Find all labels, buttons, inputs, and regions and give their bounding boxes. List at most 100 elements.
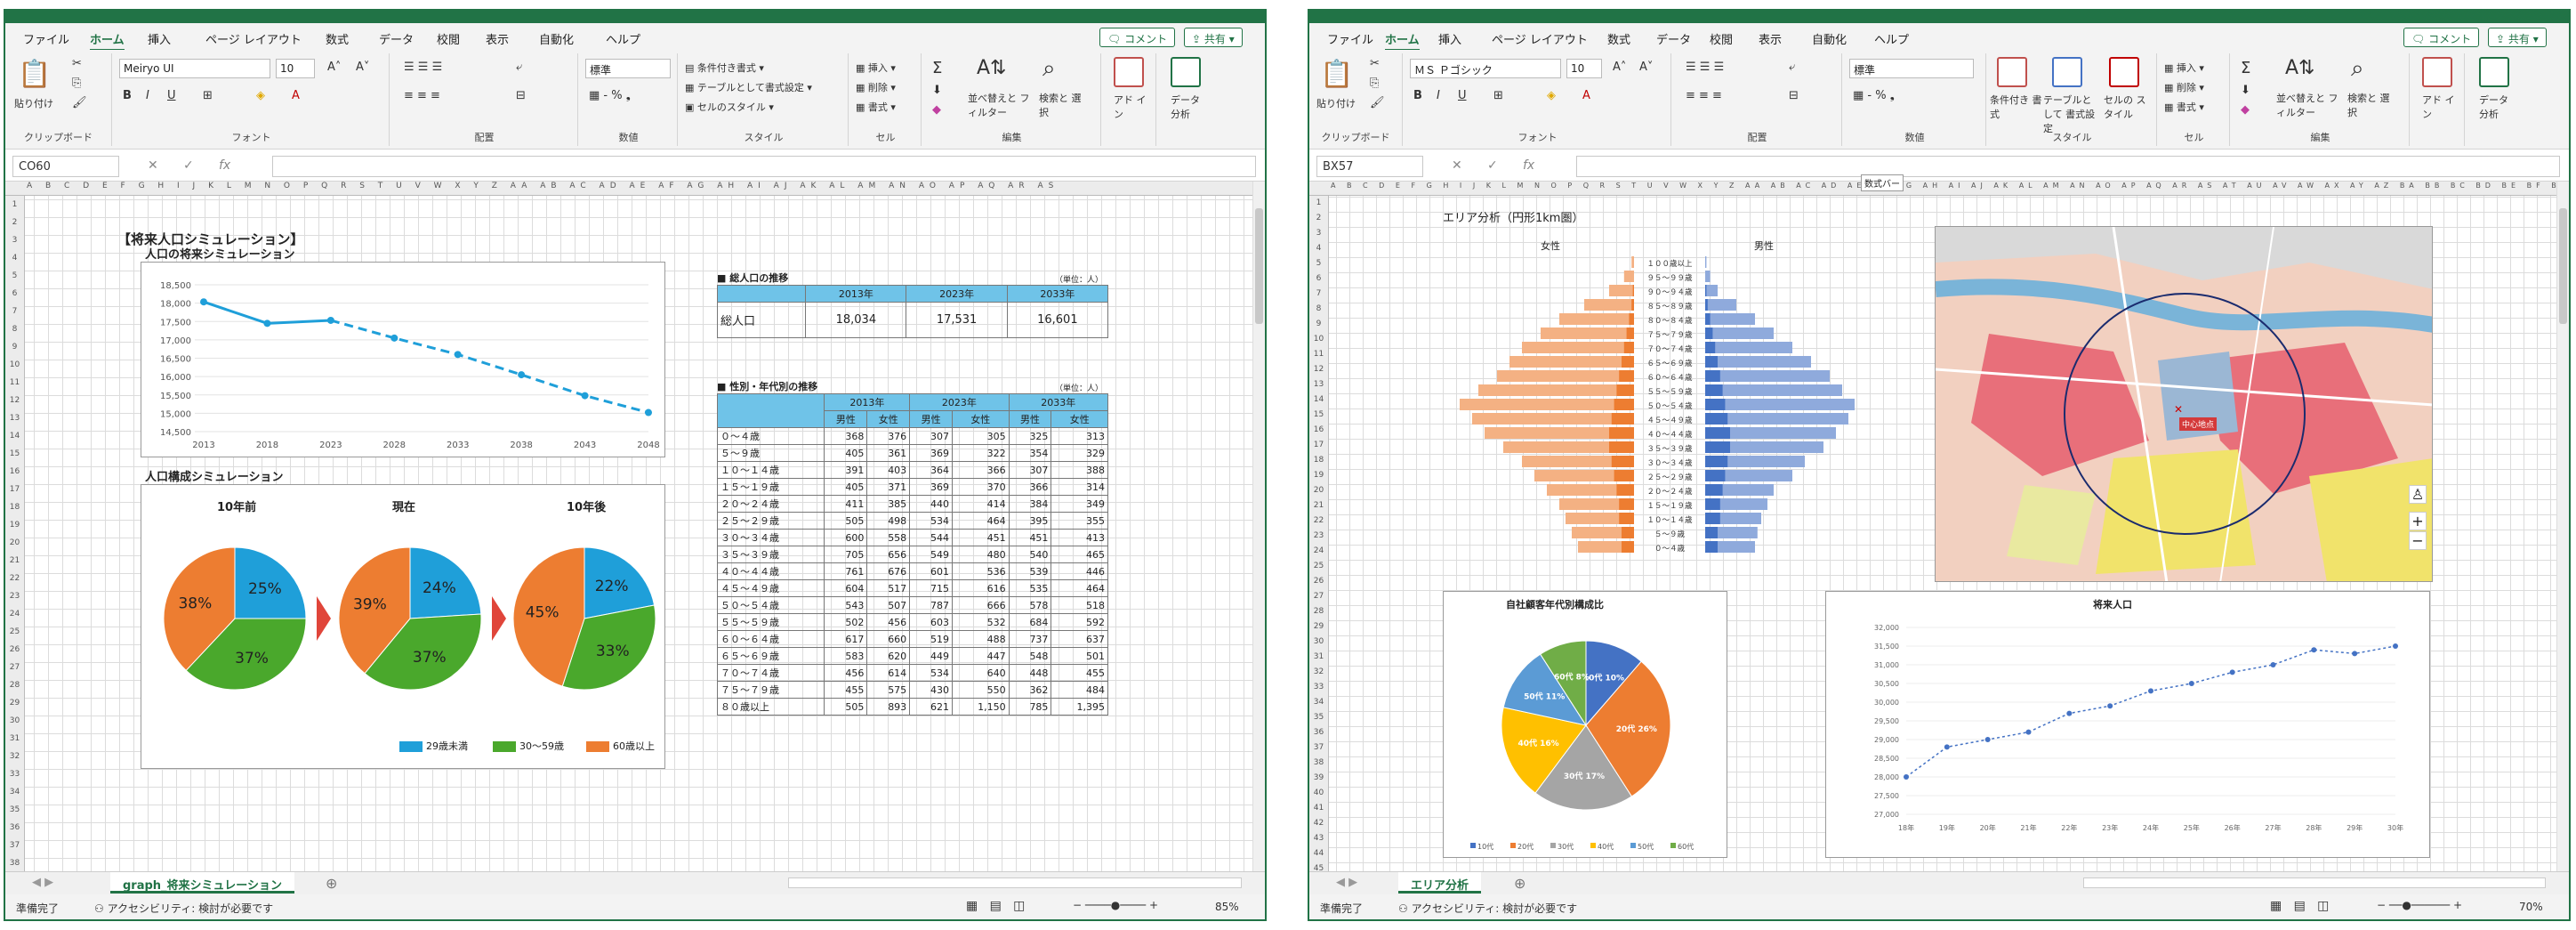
find-icon[interactable]: ⌕ — [1042, 55, 1056, 83]
insert-cells-button[interactable]: ▦ 挿入 ▾ — [2164, 61, 2204, 75]
row-header[interactable]: 20 — [1309, 483, 1328, 498]
data-analysis-button[interactable]: データ 分析 — [2479, 93, 2515, 121]
zoom-slider[interactable]: − ────●──── + — [1073, 899, 1158, 911]
add-sheet-icon[interactable]: ⊕ — [1514, 875, 1525, 892]
row-header[interactable]: 6 — [1309, 271, 1328, 287]
share-button[interactable]: ⇪ 共有 ▾ — [2488, 28, 2547, 47]
row-headers[interactable]: 1 2 3 4 5 6 7 8 9 10 11 12 13 14 15 16 17 18 19 20 21 22 23 24 2… — [1309, 196, 1329, 871]
accessibility-status[interactable]: ⚇ アクセシビリティ: 検討が必要です — [94, 901, 273, 916]
enter-icon[interactable]: ✓ — [1487, 158, 1498, 173]
grow-font-icon[interactable]: A˄ — [327, 61, 341, 74]
row-header[interactable]: 30 — [1309, 635, 1328, 650]
name-box[interactable]: BX57 — [1316, 156, 1423, 177]
zoom-slider[interactable]: − ──●────── + — [2377, 899, 2462, 911]
row-header[interactable]: 26 — [1309, 574, 1328, 589]
view-buttons[interactable]: ▦ ▤ ◫ — [966, 899, 1025, 913]
font-size-select[interactable]: 10 — [1566, 59, 1602, 78]
vertical-scrollbar[interactable] — [1252, 182, 1265, 871]
shrink-font-icon[interactable]: A˅ — [356, 61, 369, 74]
map-pin-icon[interactable]: ✕ — [2174, 403, 2183, 416]
shrink-font-icon[interactable]: A˅ — [1639, 61, 1653, 74]
row-header[interactable]: 17 — [1309, 438, 1328, 453]
delete-cells-button[interactable]: ▦ 削除 ▾ — [2164, 80, 2204, 94]
tab-automate[interactable]: 自動化 — [1812, 30, 1847, 47]
formula-input[interactable] — [1576, 156, 2560, 177]
prev-sheet-icon[interactable]: ◀ ▶ — [1336, 876, 1357, 889]
tab-file[interactable]: ファイル — [1327, 30, 1373, 47]
row-header[interactable]: 20 — [5, 534, 24, 552]
tab-review[interactable]: 校閲 — [1710, 30, 1733, 47]
find-select-button[interactable]: 検索と 選択 — [1039, 91, 1083, 119]
map-pegman-icon[interactable]: ♙ — [2409, 485, 2427, 504]
row-header[interactable]: 14 — [1309, 392, 1328, 408]
row-header[interactable]: 32 — [1309, 665, 1328, 680]
addin-button[interactable]: アド イン — [2422, 93, 2458, 121]
row-header[interactable]: 29 — [1309, 619, 1328, 635]
row-header[interactable]: 41 — [1309, 801, 1328, 816]
population-pyramid[interactable]: 女性 男性 １００歳以上 ９５～９９歳 ９０～９４歳 ８５～８９歳 ８０～８４歳 ７５～７… — [1425, 226, 1914, 582]
row-header[interactable]: 24 — [5, 605, 24, 623]
tab-insert[interactable]: 挿入 — [1438, 30, 1461, 47]
bold-icon[interactable]: B — [1413, 89, 1422, 102]
tab-formulas[interactable]: 数式 — [326, 30, 349, 47]
row-header[interactable]: 27 — [5, 659, 24, 676]
underline-icon[interactable]: U — [167, 89, 176, 102]
currency-icon[interactable]: ▦ ‐ % ❟ — [1853, 89, 1895, 102]
vertical-scrollbar[interactable] — [2556, 182, 2569, 871]
map-zoom-in-icon[interactable]: + — [2409, 512, 2427, 530]
row-header[interactable]: 36 — [1309, 725, 1328, 740]
row-header[interactable]: 37 — [5, 837, 24, 854]
delete-cells-button[interactable]: ▦ 削除 ▾ — [856, 80, 896, 94]
fill-icon[interactable]: ⬇ — [2241, 84, 2250, 97]
row-header[interactable]: 23 — [5, 587, 24, 605]
format-painter-icon[interactable]: 🖌 — [1370, 96, 1385, 109]
row-header[interactable]: 22 — [5, 570, 24, 587]
underline-icon[interactable]: U — [1458, 89, 1467, 102]
cut-icon[interactable]: ✂ — [72, 57, 82, 70]
fill-icon[interactable]: ⬇ — [932, 84, 942, 97]
currency-icon[interactable]: ▦ ‐ % ❟ — [589, 89, 631, 102]
row-header[interactable]: 19 — [1309, 468, 1328, 483]
tab-home[interactable]: ホーム — [90, 30, 125, 52]
row-header[interactable]: 34 — [5, 783, 24, 801]
row-header[interactable]: 26 — [5, 641, 24, 659]
row-header[interactable]: 22 — [1309, 514, 1328, 529]
column-headers[interactable]: A B C D E F G H I J K L M N O P Q R S T … — [1309, 182, 2556, 196]
row-header[interactable]: 27 — [1309, 589, 1328, 604]
tab-view[interactable]: 表示 — [1759, 30, 1782, 47]
format-as-table-button[interactable]: ▦ テーブルとして書式設定 ▾ — [685, 80, 812, 94]
row-header[interactable]: 9 — [1309, 317, 1328, 332]
row-header[interactable]: 5 — [5, 267, 24, 285]
row-header[interactable]: 44 — [1309, 846, 1328, 861]
row-header[interactable]: 16 — [1309, 423, 1328, 438]
row-header[interactable]: 13 — [5, 409, 24, 427]
sheet-tab-graph[interactable]: graph_将来シミュレーション — [110, 872, 295, 894]
tab-review[interactable]: 校閲 — [437, 30, 460, 47]
border-icon[interactable]: ⊞ — [1493, 89, 1503, 102]
row-header[interactable]: 3 — [5, 231, 24, 249]
cell-style-button[interactable]: ▣ セルのスタイル ▾ — [685, 100, 774, 114]
row-header[interactable]: 34 — [1309, 695, 1328, 710]
map-zoom-out-icon[interactable]: − — [2409, 531, 2427, 550]
number-format-select[interactable]: 標準 — [585, 59, 671, 78]
add-sheet-icon[interactable]: ⊕ — [326, 875, 337, 892]
paste-button[interactable]: 貼り付け — [14, 96, 53, 110]
row-header[interactable]: 28 — [1309, 604, 1328, 619]
row-header[interactable]: 42 — [1309, 816, 1328, 831]
row-header[interactable]: 43 — [1309, 831, 1328, 846]
find-select-button[interactable]: 検索と 選択 — [2347, 91, 2392, 119]
row-header[interactable]: 37 — [1309, 740, 1328, 756]
row-header[interactable]: 10 — [1309, 332, 1328, 347]
cut-icon[interactable]: ✂ — [1370, 57, 1380, 70]
row-header[interactable]: 1 — [1309, 196, 1328, 211]
row-header[interactable]: 18 — [1309, 453, 1328, 468]
cell-style-button[interactable]: セルの スタイル — [2104, 93, 2153, 121]
format-as-table-icon[interactable] — [2052, 57, 2082, 87]
zoom-level[interactable]: 85% — [1215, 901, 1239, 913]
bold-icon[interactable]: B — [123, 89, 132, 102]
conditional-format-button[interactable]: ▤ 条件付き書式 ▾ — [685, 61, 764, 75]
row-header[interactable]: 19 — [5, 516, 24, 534]
enter-icon[interactable]: ✓ — [183, 158, 194, 173]
clear-icon[interactable]: ◆ — [2241, 103, 2250, 117]
row-header[interactable]: 25 — [5, 623, 24, 641]
